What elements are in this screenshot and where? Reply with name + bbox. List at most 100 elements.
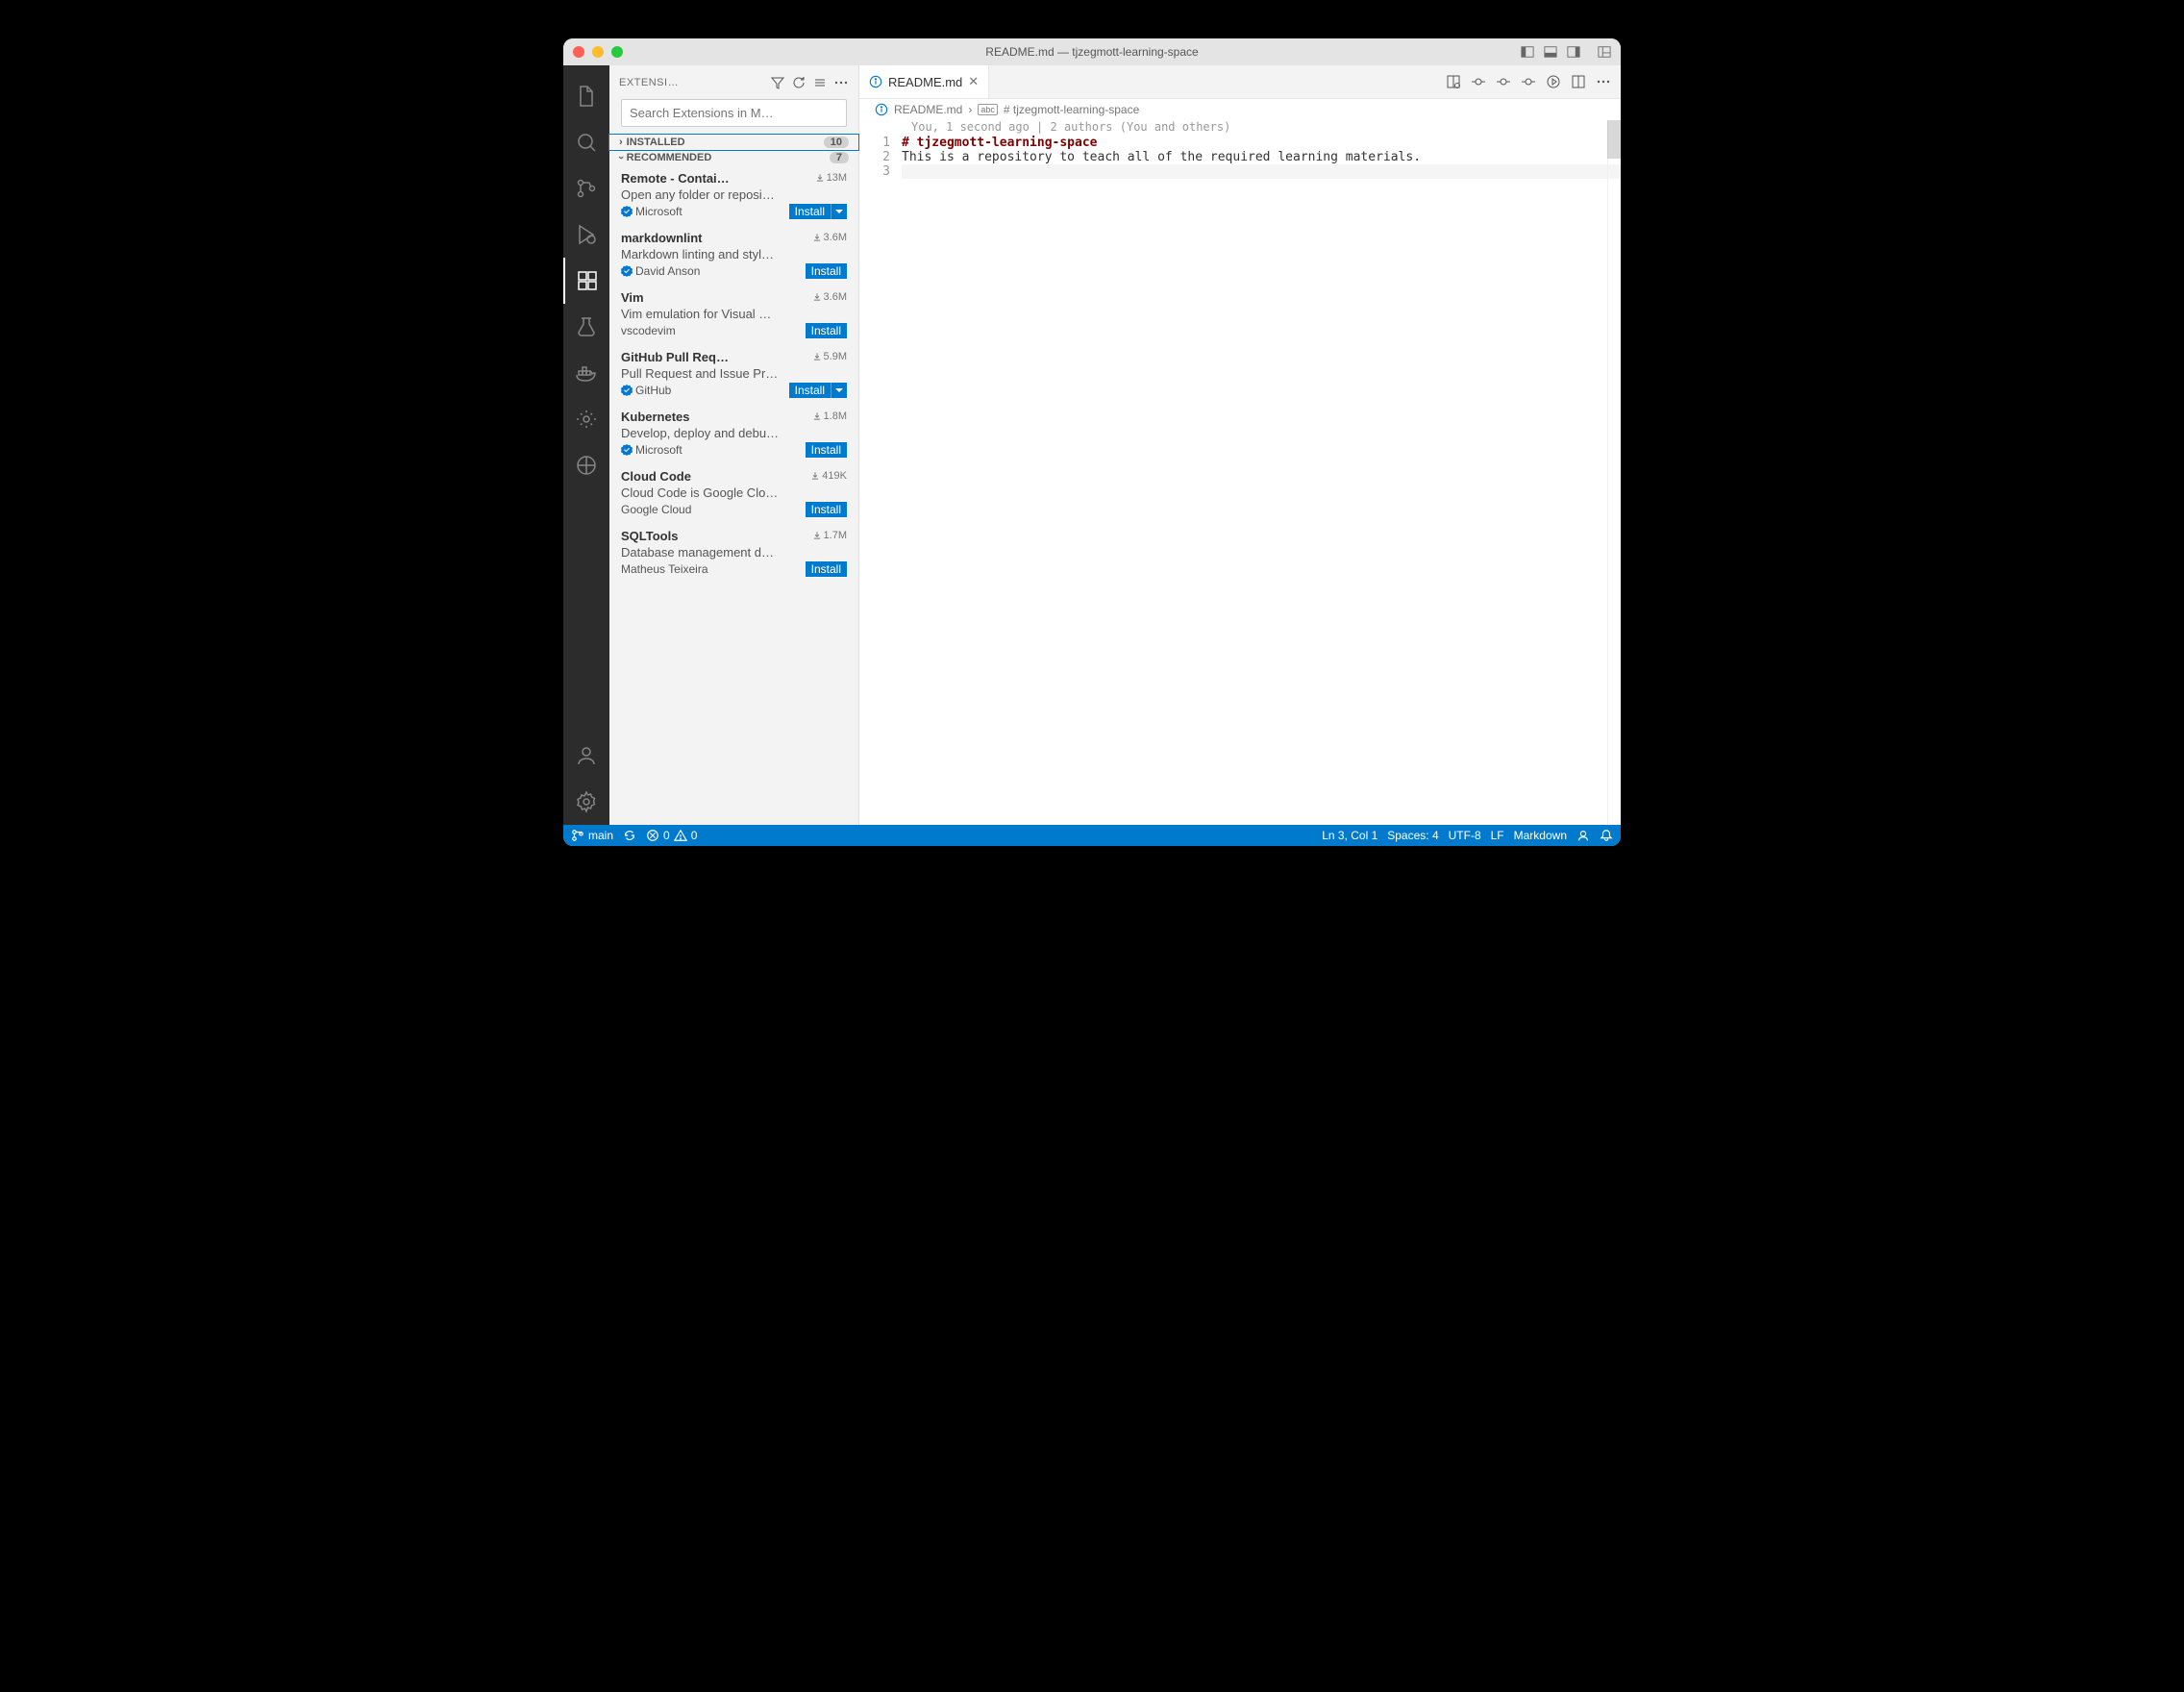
extension-item[interactable]: Kubernetes1.8MDevelop, deploy and debu…M… [609, 404, 858, 463]
download-count: 1.7M [812, 530, 847, 541]
run-icon[interactable] [1546, 74, 1561, 89]
extension-publisher: David Anson [621, 264, 806, 278]
code-editor[interactable]: You, 1 second ago | 2 authors (You and o… [859, 120, 1621, 825]
chevron-down-icon: › [615, 156, 627, 160]
run-debug-icon[interactable] [563, 212, 609, 258]
verified-icon [621, 206, 633, 217]
code-line[interactable]: 3 [859, 164, 1621, 179]
install-button[interactable]: Install [806, 442, 847, 458]
extension-item[interactable]: SQLTools1.7MDatabase management d…Matheu… [609, 523, 858, 583]
refresh-icon[interactable] [791, 75, 807, 90]
symbol-icon: abc [978, 104, 998, 115]
tab-readme[interactable]: README.md ✕ [859, 65, 989, 98]
extension-description: Pull Request and Issue Pr… [621, 366, 847, 381]
docker-icon[interactable] [563, 350, 609, 396]
eol-indicator[interactable]: LF [1491, 829, 1504, 842]
extension-item[interactable]: Cloud Code419KCloud Code is Google Clo…G… [609, 463, 858, 523]
extension-item[interactable]: Remote - Contai…13MOpen any folder or re… [609, 165, 858, 225]
line-number: 1 [859, 136, 902, 150]
sync-button[interactable] [623, 829, 636, 842]
feedback-icon[interactable] [1576, 829, 1590, 842]
sidebar-title: EXTENSI… [619, 77, 764, 88]
accounts-icon[interactable] [563, 733, 609, 779]
code-text: # tjzegmott-learning-space [902, 136, 1621, 150]
section-label: RECOMMENDED [627, 152, 712, 163]
minimize-window-button[interactable] [592, 46, 604, 58]
panel-left-icon[interactable] [1521, 45, 1534, 59]
search-icon[interactable] [563, 119, 609, 165]
git-commit-icon-2[interactable] [1496, 74, 1511, 89]
more-icon[interactable] [833, 75, 849, 90]
language-indicator[interactable]: Markdown [1514, 829, 1567, 842]
minimap-thumb[interactable] [1607, 120, 1621, 159]
extension-name: Vim [621, 290, 812, 305]
download-count: 3.6M [812, 232, 847, 243]
code-line[interactable]: 2This is a repository to teach all of th… [859, 150, 1621, 164]
install-dropdown-button[interactable] [831, 204, 847, 219]
breadcrumb-file: README.md [894, 103, 962, 116]
panel-right-icon[interactable] [1567, 45, 1580, 59]
extensions-list: Remote - Contai…13MOpen any folder or re… [609, 165, 858, 825]
recommended-count-badge: 7 [830, 152, 849, 163]
download-count: 13M [815, 172, 847, 184]
recommended-section-header[interactable]: › RECOMMENDED 7 [609, 150, 858, 165]
minimap[interactable] [1607, 120, 1621, 825]
install-button[interactable]: Install [789, 383, 831, 398]
info-icon [875, 103, 888, 116]
extension-name: GitHub Pull Req… [621, 350, 812, 364]
install-button[interactable]: Install [806, 561, 847, 577]
close-tab-icon[interactable]: ✕ [968, 74, 979, 89]
remote-icon[interactable] [563, 442, 609, 488]
extension-publisher: Microsoft [621, 443, 806, 457]
extension-item[interactable]: GitHub Pull Req…5.9MPull Request and Iss… [609, 344, 858, 404]
tab-bar: README.md ✕ [859, 65, 1621, 99]
extension-item[interactable]: markdownlint3.6MMarkdown linting and sty… [609, 225, 858, 285]
filter-icon[interactable] [770, 75, 785, 90]
install-button[interactable]: Install [806, 263, 847, 279]
panel-bottom-icon[interactable] [1544, 45, 1557, 59]
extension-name: Cloud Code [621, 469, 810, 484]
extension-description: Database management d… [621, 545, 847, 560]
extensions-sidebar: EXTENSI… › INSTALLED 10 › RECOMMENDED 7 … [609, 65, 859, 825]
extension-item[interactable]: Vim3.6MVim emulation for Visual …vscodev… [609, 285, 858, 344]
search-input[interactable] [621, 99, 847, 127]
maximize-window-button[interactable] [611, 46, 623, 58]
source-control-icon[interactable] [563, 165, 609, 212]
clear-icon[interactable] [812, 75, 828, 90]
problems-indicator[interactable]: 0 0 [646, 829, 697, 842]
code-line[interactable]: 1# tjzegmott-learning-space [859, 136, 1621, 150]
branch-indicator[interactable]: main [571, 829, 613, 842]
installed-section-header[interactable]: › INSTALLED 10 [609, 135, 858, 150]
search-box [621, 99, 847, 127]
chevron-right-icon: › [619, 137, 623, 148]
settings-gear-icon[interactable] [563, 779, 609, 825]
layout-icon[interactable] [1598, 45, 1611, 59]
breadcrumb[interactable]: README.md › abc # tjzegmott-learning-spa… [859, 99, 1621, 120]
close-window-button[interactable] [573, 46, 584, 58]
testing-icon[interactable] [563, 304, 609, 350]
chevron-right-icon: › [968, 103, 972, 116]
cursor-position[interactable]: Ln 3, Col 1 [1322, 829, 1377, 842]
install-button[interactable]: Install [806, 502, 847, 517]
encoding-indicator[interactable]: UTF-8 [1449, 829, 1481, 842]
indent-indicator[interactable]: Spaces: 4 [1387, 829, 1438, 842]
split-editor-icon[interactable] [1571, 74, 1586, 89]
git-commit-icon[interactable] [1471, 74, 1486, 89]
status-bar: main 0 0 Ln 3, Col 1 Spaces: 4 UTF-8 LF … [563, 825, 1621, 846]
open-preview-icon[interactable] [1446, 74, 1461, 89]
extension-name: markdownlint [621, 231, 812, 245]
window-controls [573, 46, 623, 58]
notifications-icon[interactable] [1600, 829, 1613, 842]
install-button[interactable]: Install [789, 204, 831, 219]
download-count: 3.6M [812, 291, 847, 303]
extension-publisher: Matheus Teixeira [621, 562, 806, 576]
explorer-icon[interactable] [563, 73, 609, 119]
install-dropdown-button[interactable] [831, 383, 847, 398]
gitlens-icon[interactable] [563, 396, 609, 442]
extension-description: Vim emulation for Visual … [621, 307, 847, 321]
git-commit-icon-3[interactable] [1521, 74, 1536, 89]
install-button[interactable]: Install [806, 323, 847, 338]
extensions-icon[interactable] [563, 258, 609, 304]
more-actions-icon[interactable] [1596, 74, 1611, 89]
window-title: README.md — tjzegmott-learning-space [563, 45, 1621, 59]
